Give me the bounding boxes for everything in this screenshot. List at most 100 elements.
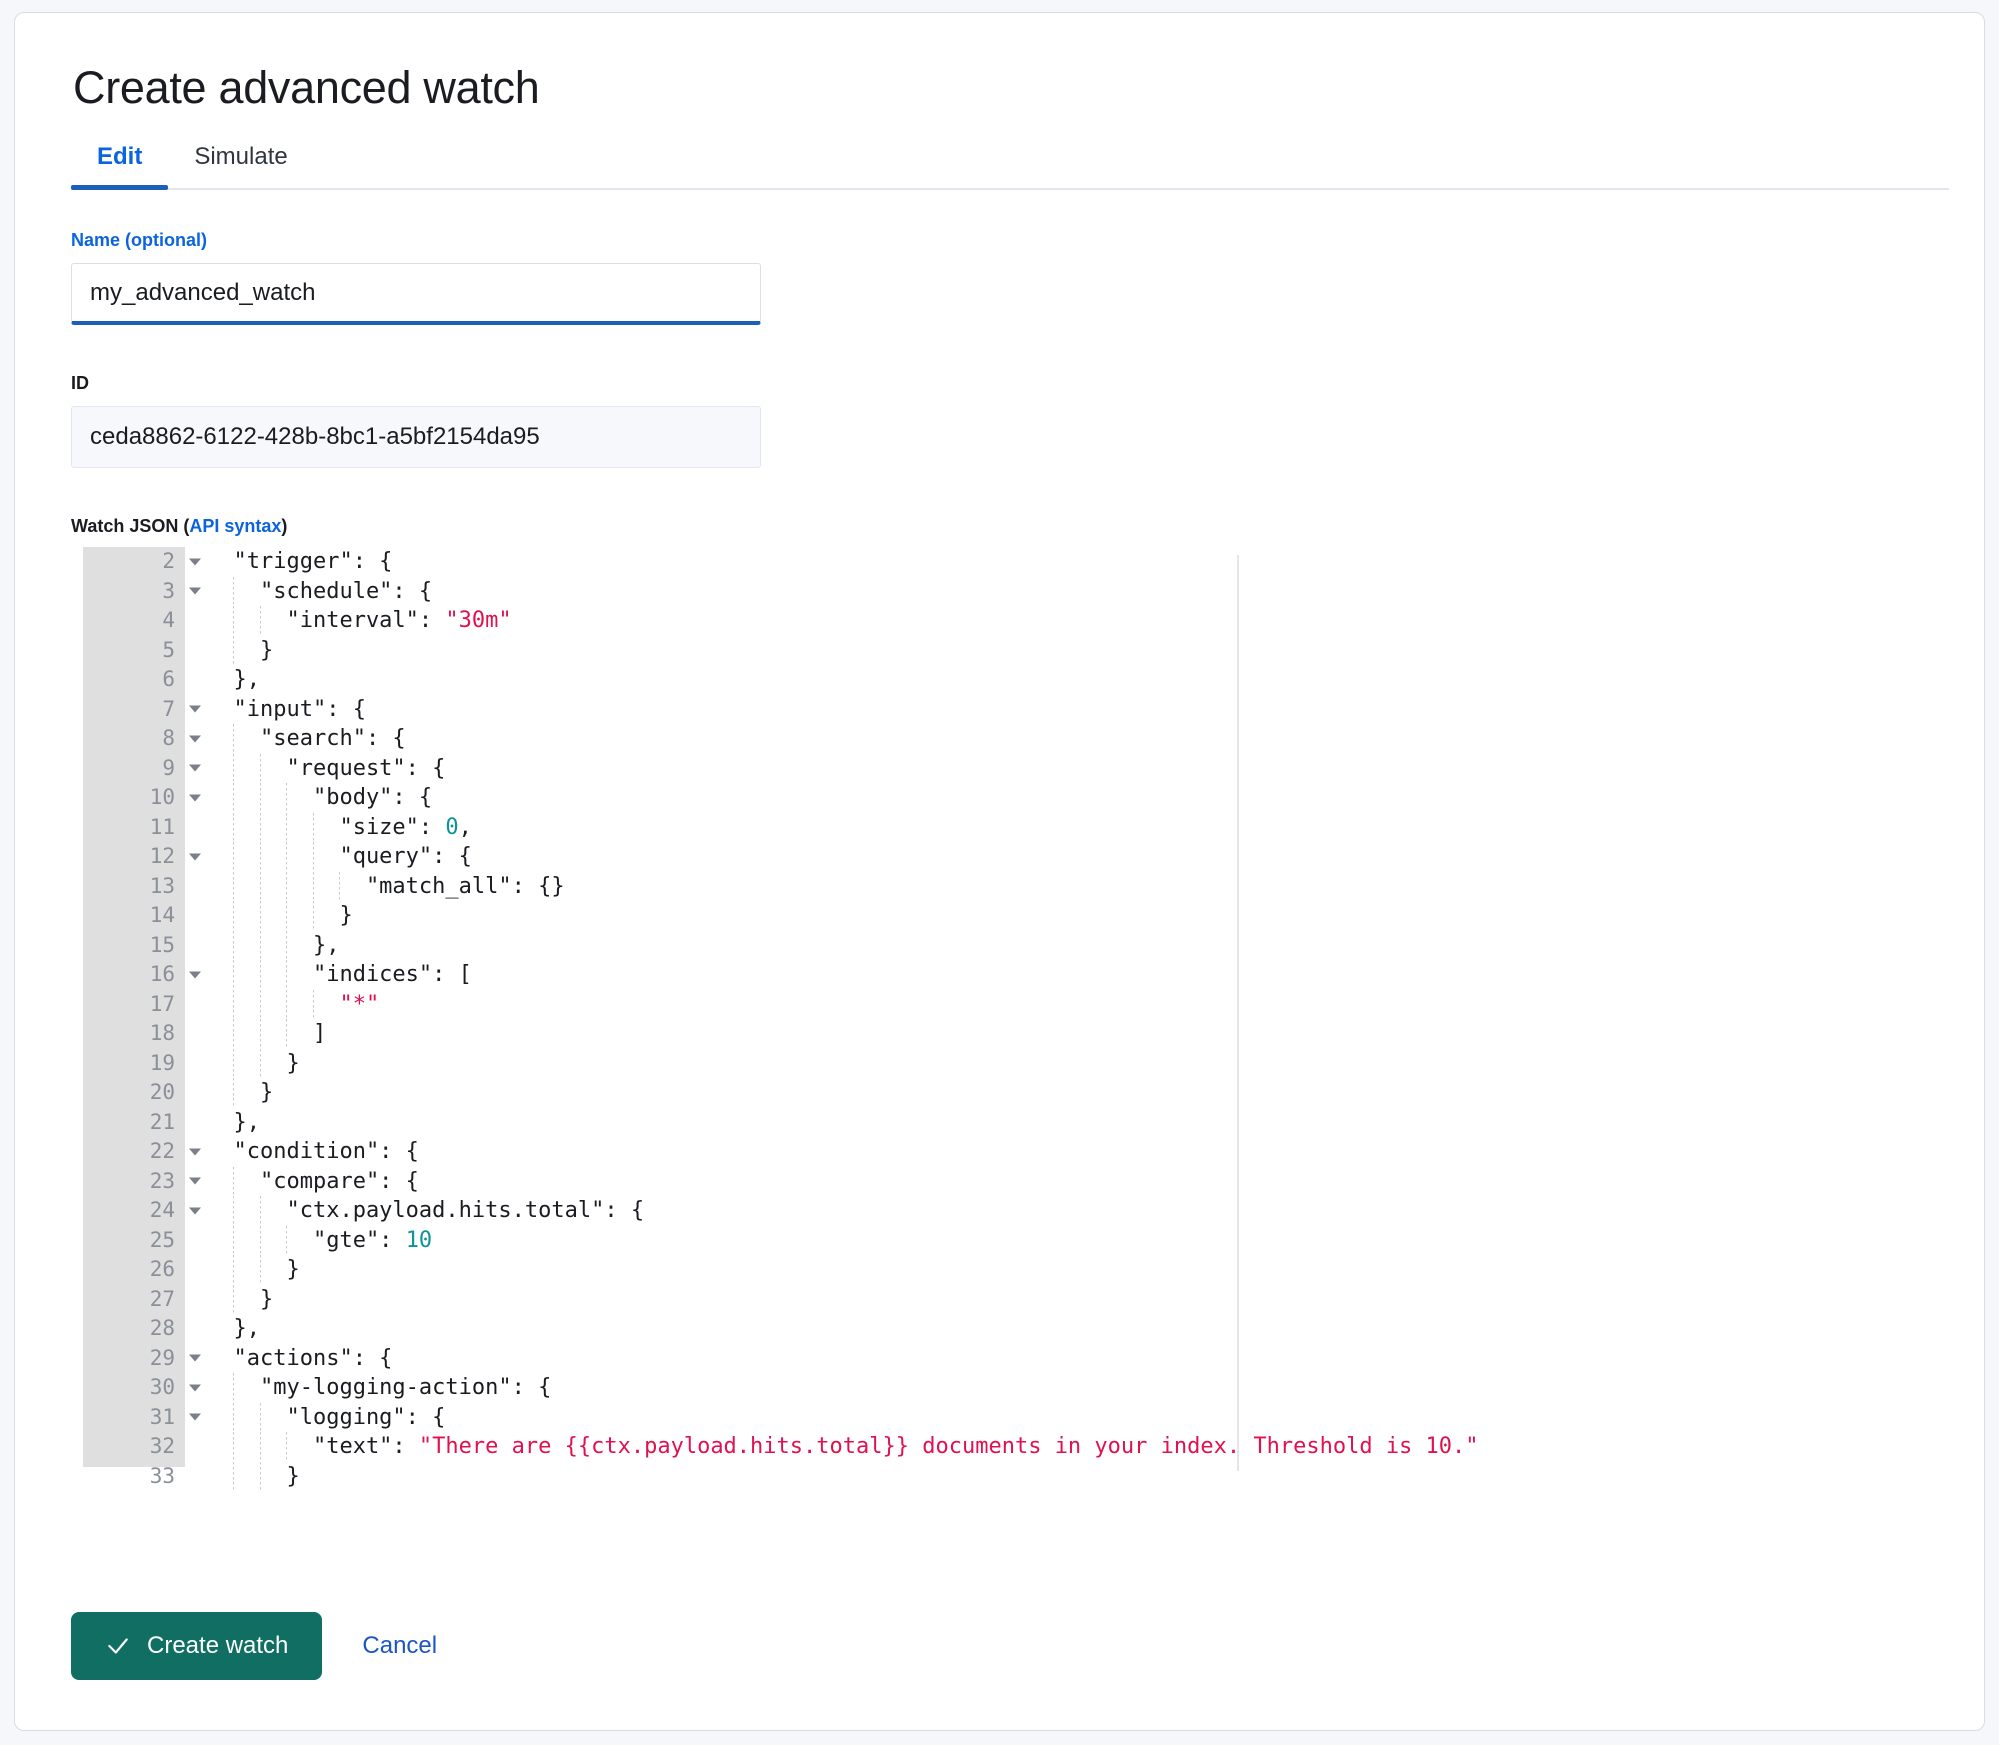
- id-value: ceda8862-6122-428b-8bc1-a5bf2154da95: [71, 406, 761, 469]
- tab-bar: Edit Simulate: [71, 139, 1949, 191]
- tab-list: Edit Simulate: [71, 139, 1949, 190]
- code-text: "body": {: [185, 783, 1905, 813]
- create-watch-label: Create watch: [147, 1632, 289, 1659]
- code-text: "actions": {: [207, 1345, 393, 1371]
- code-line: 6 },: [27, 665, 1905, 695]
- code-text: "condition": {: [207, 1139, 419, 1165]
- code-line: 12 "query": {: [27, 842, 1905, 872]
- code-line: 14 }: [27, 901, 1905, 931]
- line-number: 27: [149, 1286, 175, 1311]
- editor-label-prefix: Watch JSON (: [71, 516, 190, 537]
- code-text: }: [185, 1048, 1905, 1079]
- code-line: 7 "input": {: [27, 695, 1905, 725]
- cancel-button[interactable]: Cancel: [352, 1626, 447, 1666]
- code-line: 9 "request": {: [27, 753, 1905, 784]
- code-line: 21 },: [27, 1108, 1905, 1138]
- line-number: 6: [162, 667, 175, 692]
- code-text: "my-logging-action": {: [185, 1373, 1905, 1403]
- line-number: 18: [149, 1021, 175, 1046]
- line-number: 28: [149, 1316, 175, 1341]
- code-line: 8 "search": {: [27, 724, 1905, 754]
- code-line: 22 "condition": {: [27, 1137, 1905, 1167]
- name-field-label: Name (optional): [71, 230, 208, 251]
- line-number: 2: [83, 547, 201, 577]
- code-text: "query": {: [185, 842, 1905, 872]
- line-number: 15: [149, 932, 175, 957]
- line-number: 21: [149, 1109, 175, 1134]
- editor-label-suffix: ): [281, 516, 288, 537]
- code-text: "logging": {: [185, 1402, 1905, 1433]
- name-field-group: Name (optional): [71, 230, 1984, 326]
- code-line: 13 "match_all": {}: [27, 871, 1905, 902]
- code-text: "compare": {: [185, 1166, 1905, 1197]
- code-line: 28 },: [27, 1314, 1905, 1344]
- code-text: "*": [185, 989, 1905, 1020]
- form-spacer-2: [71, 468, 1984, 516]
- code-text: "size": 0,: [185, 812, 1905, 843]
- code-text: },: [207, 1109, 260, 1135]
- code-line: 17 "*": [27, 989, 1905, 1020]
- code-line: 27 }: [27, 1284, 1905, 1315]
- code-line: 31 "logging": {: [27, 1402, 1905, 1433]
- tab-simulate[interactable]: Simulate: [168, 139, 313, 190]
- line-number: 9: [83, 754, 201, 784]
- code-text: }: [185, 1284, 1905, 1315]
- code-line: 33 }: [27, 1461, 1905, 1492]
- create-watch-button[interactable]: Create watch: [71, 1612, 323, 1680]
- code-text: },: [185, 930, 1905, 961]
- line-number: 32: [149, 1434, 175, 1459]
- code-text: }: [185, 635, 1905, 666]
- line-number: 23: [83, 1167, 201, 1197]
- code-text: "trigger": {: [207, 549, 393, 575]
- code-line: 26 }: [27, 1255, 1905, 1285]
- check-icon: [108, 1638, 128, 1654]
- code-text: },: [207, 667, 260, 693]
- line-number: 19: [149, 1050, 175, 1075]
- code-line: 19 }: [27, 1048, 1905, 1079]
- line-number: 25: [149, 1227, 175, 1252]
- id-field-label: ID: [71, 373, 89, 394]
- code-text: }: [185, 901, 1905, 931]
- tab-edit[interactable]: Edit: [71, 139, 169, 190]
- line-number: 22: [83, 1137, 201, 1167]
- line-number: 29: [83, 1344, 201, 1374]
- code-text: }: [185, 1255, 1905, 1285]
- line-number: 13: [149, 873, 175, 898]
- line-number: 11: [149, 814, 175, 839]
- line-number: 16: [83, 960, 201, 990]
- code-line: 18 ]: [27, 1019, 1905, 1049]
- code-text: ]: [185, 1019, 1905, 1049]
- code-text: }: [185, 1461, 1905, 1492]
- name-input[interactable]: [71, 263, 761, 326]
- code-line: 3 "schedule": {: [27, 576, 1905, 607]
- code-line: 23 "compare": {: [27, 1166, 1905, 1197]
- line-number: 12: [83, 842, 201, 872]
- code-text: "text": "There are {{ctx.payload.hits.to…: [185, 1432, 1905, 1462]
- code-text: "match_all": {}: [185, 871, 1905, 902]
- line-number: 8: [83, 724, 201, 754]
- code-line: 5 }: [27, 635, 1905, 666]
- line-number: 4: [162, 608, 175, 633]
- code-text: "ctx.payload.hits.total": {: [185, 1196, 1905, 1226]
- code-text: "input": {: [207, 696, 366, 722]
- api-syntax-link[interactable]: API syntax: [189, 516, 281, 536]
- code-line: 4 "interval": "30m": [27, 606, 1905, 636]
- editor-code-area[interactable]: 2 "trigger": {3 "schedule": {4 "interval…: [27, 547, 1905, 1492]
- line-number: 7: [83, 695, 201, 725]
- line-number: 20: [149, 1080, 175, 1105]
- code-text: "request": {: [185, 753, 1905, 784]
- watch-form: Name (optional) ID ceda8862-6122-428b-8b…: [27, 230, 1984, 1498]
- code-text: "search": {: [185, 724, 1905, 754]
- line-number: 31: [83, 1403, 201, 1433]
- tab-bar-divider: [71, 188, 1949, 191]
- line-number: 17: [149, 991, 175, 1016]
- page-title: Create advanced watch: [73, 62, 540, 113]
- watch-json-editor[interactable]: 2 "trigger": {3 "schedule": {4 "interval…: [27, 547, 1905, 1498]
- code-line: 20 }: [27, 1078, 1905, 1108]
- form-actions: Create watch Cancel: [71, 1612, 447, 1680]
- line-number: 3: [83, 577, 201, 607]
- code-text: }: [185, 1078, 1905, 1108]
- line-number: 24: [83, 1196, 201, 1226]
- code-line: 10 "body": {: [27, 783, 1905, 813]
- code-text: "interval": "30m": [185, 606, 1905, 636]
